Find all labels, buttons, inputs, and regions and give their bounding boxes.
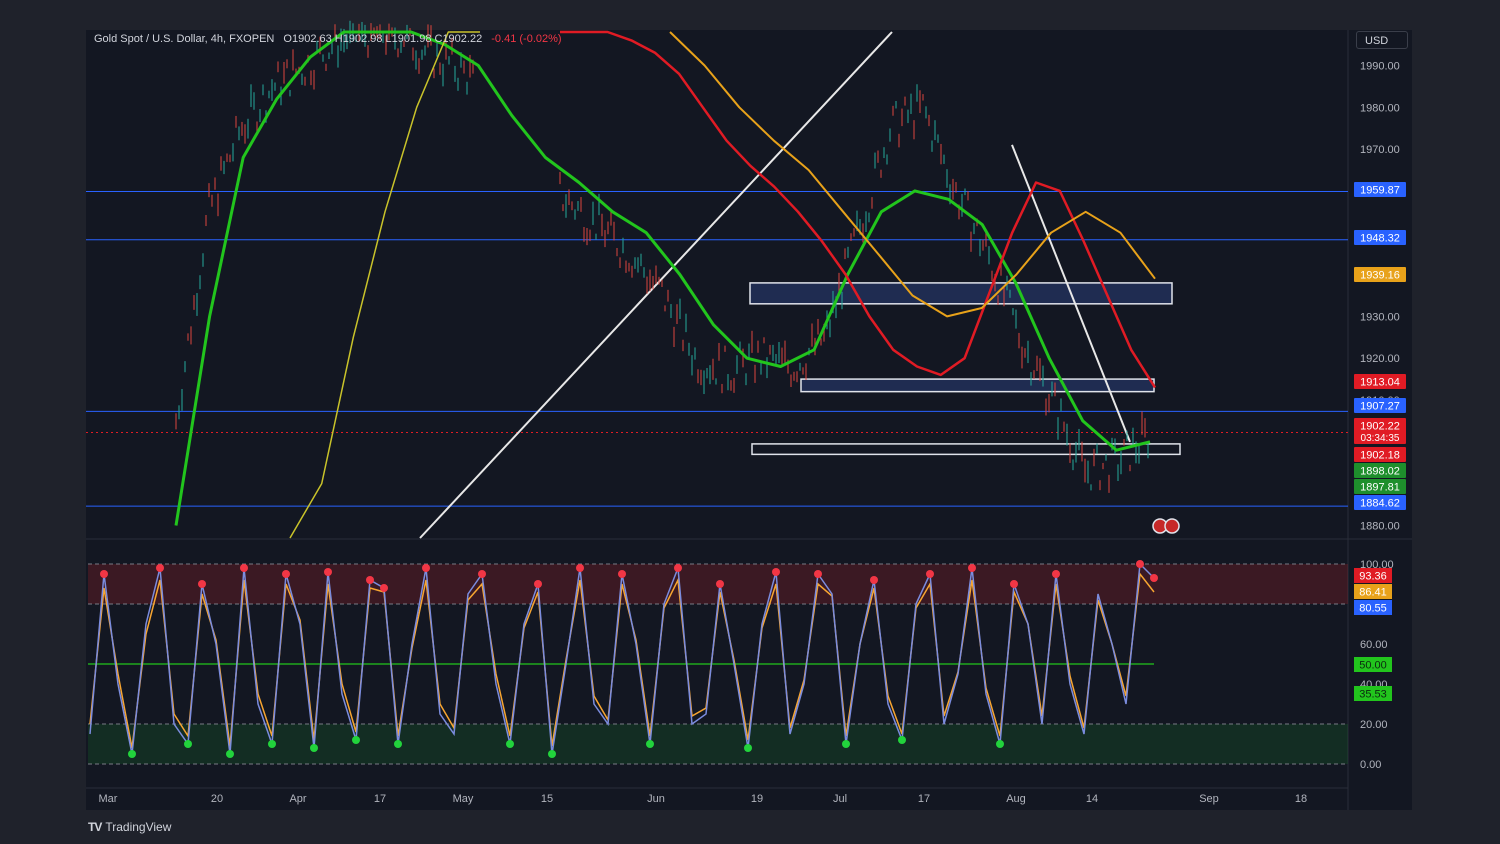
overbought-signal-dot bbox=[1136, 560, 1144, 568]
overbought-signal-dot bbox=[674, 564, 682, 572]
overbought-signal-dot bbox=[1010, 580, 1018, 588]
oversold-signal-dot bbox=[394, 740, 402, 748]
tradingview-logo[interactable]: TV TradingView bbox=[88, 820, 171, 834]
currency-button[interactable]: USD bbox=[1356, 31, 1408, 49]
oversold-band bbox=[88, 724, 1348, 764]
orange-moving-average[interactable] bbox=[669, 31, 1156, 318]
y-tick-label: 1930.00 bbox=[1360, 311, 1400, 323]
price-tag-label: 1948.32 bbox=[1360, 233, 1400, 245]
x-tick-label: Sep bbox=[1199, 793, 1219, 805]
x-tick-label: Mar bbox=[99, 793, 118, 805]
overbought-signal-dot bbox=[576, 564, 584, 572]
y-tick-label: 1980.00 bbox=[1360, 102, 1400, 114]
oversold-signal-dot bbox=[184, 740, 192, 748]
x-tick-label: Jun bbox=[647, 793, 665, 805]
y-tick-label: 1970.00 bbox=[1360, 144, 1400, 156]
overbought-signal-dot bbox=[198, 580, 206, 588]
price-tag-label: 1902.22 bbox=[1360, 421, 1400, 433]
oversold-signal-dot bbox=[898, 736, 906, 744]
x-tick-label: Jul bbox=[833, 793, 847, 805]
overbought-signal-dot bbox=[240, 564, 248, 572]
price-tag-label: 1907.27 bbox=[1360, 401, 1400, 413]
oversold-signal-dot bbox=[996, 740, 1004, 748]
tradingview-logo-icon: TV bbox=[88, 820, 102, 834]
overbought-signal-dot bbox=[422, 564, 430, 572]
oversold-signal-dot bbox=[226, 750, 234, 758]
overbought-signal-dot bbox=[366, 576, 374, 584]
overbought-signal-dot bbox=[870, 576, 878, 584]
overbought-signal-dot bbox=[1150, 574, 1158, 582]
bar-countdown: 03:34:35 bbox=[1361, 433, 1400, 444]
oversold-signal-dot bbox=[268, 740, 276, 748]
oscillator-tag-label: 80.55 bbox=[1359, 603, 1387, 615]
overbought-signal-dot bbox=[772, 568, 780, 576]
x-tick-label: Apr bbox=[289, 793, 306, 805]
x-tick-label: 20 bbox=[211, 793, 223, 805]
overbought-signal-dot bbox=[618, 570, 626, 578]
price-zone-rectangle[interactable] bbox=[800, 378, 1155, 393]
red-moving-average[interactable] bbox=[560, 30, 1157, 389]
yellow-moving-average[interactable] bbox=[289, 31, 480, 539]
overbought-signal-dot bbox=[282, 570, 290, 578]
oscillator-y-tick: 20.00 bbox=[1360, 719, 1388, 731]
tradingview-label: TradingView bbox=[105, 820, 172, 834]
y-tick-label: 1880.00 bbox=[1360, 520, 1400, 532]
overbought-signal-dot bbox=[324, 568, 332, 576]
oscillator-y-tick: 0.00 bbox=[1360, 759, 1381, 771]
y-tick-label: 1990.00 bbox=[1360, 60, 1400, 72]
oversold-signal-dot bbox=[646, 740, 654, 748]
oversold-signal-dot bbox=[128, 750, 136, 758]
price-tag-label: 1913.04 bbox=[1360, 377, 1400, 389]
oscillator-tag-label: 86.41 bbox=[1359, 587, 1387, 599]
symbol-title: Gold Spot / U.S. Dollar, 4h, FXOPEN bbox=[94, 33, 275, 45]
x-tick-label: 15 bbox=[541, 793, 553, 805]
x-tick-label: 17 bbox=[374, 793, 386, 805]
price-tag-label: 1884.62 bbox=[1360, 498, 1400, 510]
overbought-signal-dot bbox=[968, 564, 976, 572]
ohlc-values: O1902.63 H1902.98 L1901.98 C1902.22 bbox=[283, 33, 483, 45]
overbought-signal-dot bbox=[814, 570, 822, 578]
overbought-signal-dot bbox=[1052, 570, 1060, 578]
price-change: -0.41 (-0.02%) bbox=[491, 33, 562, 45]
overbought-signal-dot bbox=[534, 580, 542, 588]
price-tag-label: 1939.16 bbox=[1360, 270, 1400, 282]
oversold-signal-dot bbox=[548, 750, 556, 758]
price-tag-label: 1898.02 bbox=[1360, 466, 1400, 478]
oversold-signal-dot bbox=[744, 744, 752, 752]
x-tick-label: May bbox=[453, 793, 474, 805]
oscillator-y-tick: 60.00 bbox=[1360, 639, 1388, 651]
chart-canvas[interactable]: 1990.001980.001970.001930.001920.001910.… bbox=[0, 0, 1500, 844]
price-tag-label: 1897.81 bbox=[1360, 482, 1400, 494]
x-tick-label: 17 bbox=[918, 793, 930, 805]
oversold-signal-dot bbox=[310, 744, 318, 752]
oversold-signal-dot bbox=[352, 736, 360, 744]
oscillator-tag-label: 93.36 bbox=[1359, 571, 1387, 583]
event-flag-icon[interactable] bbox=[1164, 518, 1180, 534]
oscillator-tag-label: 50.00 bbox=[1359, 660, 1387, 672]
oversold-signal-dot bbox=[842, 740, 850, 748]
overbought-signal-dot bbox=[478, 570, 486, 578]
overbought-signal-dot bbox=[380, 584, 388, 592]
y-tick-label: 1920.00 bbox=[1360, 353, 1400, 365]
price-tag-label: 1959.87 bbox=[1360, 185, 1400, 197]
overbought-signal-dot bbox=[716, 580, 724, 588]
price-tag-label: 1902.18 bbox=[1360, 450, 1400, 462]
overbought-signal-dot bbox=[926, 570, 934, 578]
x-tick-label: 19 bbox=[751, 793, 763, 805]
overbought-signal-dot bbox=[156, 564, 164, 572]
symbol-header: Gold Spot / U.S. Dollar, 4h, FXOPEN O190… bbox=[94, 33, 562, 45]
x-tick-label: 18 bbox=[1295, 793, 1307, 805]
oscillator-tag-label: 35.53 bbox=[1359, 689, 1387, 701]
overbought-signal-dot bbox=[100, 570, 108, 578]
oversold-signal-dot bbox=[506, 740, 514, 748]
x-tick-label: Aug bbox=[1006, 793, 1026, 805]
x-tick-label: 14 bbox=[1086, 793, 1098, 805]
